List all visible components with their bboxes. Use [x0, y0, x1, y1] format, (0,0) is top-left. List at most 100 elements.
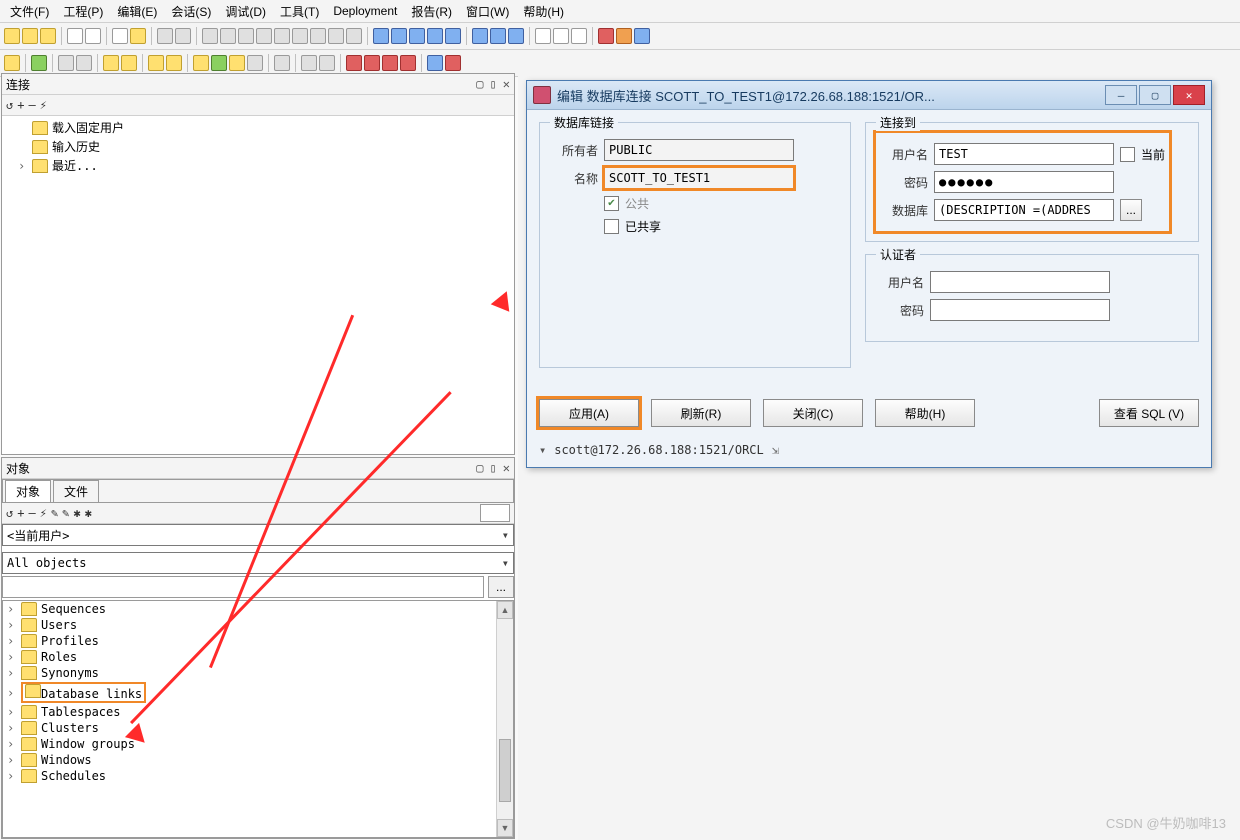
- paste2-icon[interactable]: [256, 28, 272, 44]
- refresh-button[interactable]: 刷新(R): [651, 399, 751, 427]
- expand-icon[interactable]: ›: [7, 666, 17, 680]
- scroll-up-icon[interactable]: ▲: [497, 601, 513, 619]
- menu-edit[interactable]: 编辑(E): [111, 1, 163, 22]
- tab-objects[interactable]: 对象: [5, 480, 51, 502]
- obj-search-box[interactable]: [480, 504, 510, 522]
- expand-icon[interactable]: ›: [7, 634, 17, 648]
- r2-icon[interactable]: [364, 55, 380, 71]
- scroll-thumb[interactable]: [499, 739, 511, 802]
- saveall-icon[interactable]: [85, 28, 101, 44]
- obj-filter-browse-button[interactable]: ...: [488, 576, 514, 598]
- list3-icon[interactable]: [409, 28, 425, 44]
- shared-checkbox[interactable]: [604, 219, 619, 234]
- current-checkbox[interactable]: [1120, 147, 1135, 162]
- list2-icon[interactable]: [391, 28, 407, 44]
- conn-user-field[interactable]: [934, 143, 1114, 165]
- obj-add-icon[interactable]: +: [17, 506, 24, 520]
- expand-icon[interactable]: ›: [7, 650, 17, 664]
- obj-edit2-icon[interactable]: ✎: [62, 506, 69, 520]
- player2-icon[interactable]: [490, 28, 506, 44]
- flash-icon[interactable]: ⚡: [40, 98, 47, 112]
- tab-files[interactable]: 文件: [53, 480, 99, 502]
- arrow1-icon[interactable]: [427, 55, 443, 71]
- db-browse-button[interactable]: ...: [1120, 199, 1142, 221]
- obj-tree-item[interactable]: ›Roles: [3, 649, 496, 665]
- expand-icon[interactable]: ›: [7, 721, 17, 735]
- public-checkbox[interactable]: ✔: [604, 196, 619, 211]
- expand-icon[interactable]: ›: [7, 769, 17, 783]
- obj-star2-icon[interactable]: ✱: [85, 506, 92, 520]
- obj-edit-icon[interactable]: ✎: [51, 506, 58, 520]
- new-icon[interactable]: [4, 28, 20, 44]
- key-icon[interactable]: [4, 55, 20, 71]
- refresh-icon[interactable]: ↺: [6, 98, 13, 112]
- obj-flash-icon[interactable]: ⚡: [40, 506, 47, 520]
- find-icon[interactable]: [274, 28, 290, 44]
- open-icon[interactable]: [22, 28, 38, 44]
- red-icon[interactable]: [598, 28, 614, 44]
- close-button[interactable]: ✕: [1173, 85, 1205, 105]
- menu-session[interactable]: 会话(S): [165, 1, 217, 22]
- t2a-icon[interactable]: [58, 55, 74, 71]
- panel-min-icon[interactable]: ▢: [476, 461, 483, 475]
- obj-scrollbar[interactable]: ▲ ▼: [496, 601, 513, 837]
- tree-item-label[interactable]: 载入固定用户: [52, 119, 124, 136]
- mix3-icon[interactable]: [229, 55, 245, 71]
- paste-icon[interactable]: [238, 28, 254, 44]
- apply-button[interactable]: 应用(A): [539, 399, 639, 427]
- menu-project[interactable]: 工程(P): [57, 1, 109, 22]
- bookmark2-icon[interactable]: [346, 28, 362, 44]
- scope-combo[interactable]: All objects ▾: [2, 552, 514, 574]
- findnext-icon[interactable]: [310, 28, 326, 44]
- print-icon[interactable]: [112, 28, 128, 44]
- r1-icon[interactable]: [346, 55, 362, 71]
- doc-icon[interactable]: [616, 28, 632, 44]
- add-icon[interactable]: +: [17, 98, 24, 112]
- player3-icon[interactable]: [508, 28, 524, 44]
- menu-report[interactable]: 报告(R): [405, 1, 458, 22]
- panel-close-icon[interactable]: ✕: [503, 461, 510, 475]
- conn-db-field[interactable]: [934, 199, 1114, 221]
- obj-tree-item[interactable]: ›Tablespaces: [3, 704, 496, 720]
- list1-icon[interactable]: [373, 28, 389, 44]
- obj-refresh-icon[interactable]: ↺: [6, 506, 13, 520]
- t2b-icon[interactable]: [76, 55, 92, 71]
- obj-tree-item[interactable]: ›Clusters: [3, 720, 496, 736]
- list4-icon[interactable]: [427, 28, 443, 44]
- bookmark-icon[interactable]: [328, 28, 344, 44]
- tree-item-label[interactable]: 输入历史: [52, 138, 100, 155]
- print2-icon[interactable]: [130, 28, 146, 44]
- gear-icon[interactable]: [31, 55, 47, 71]
- drum3-icon[interactable]: [148, 55, 164, 71]
- obj-tree-item[interactable]: ›Database links: [3, 681, 496, 704]
- menu-deployment[interactable]: Deployment: [327, 2, 403, 20]
- redo-icon[interactable]: [175, 28, 191, 44]
- mix2-icon[interactable]: [211, 55, 227, 71]
- panel-min-icon[interactable]: ▢: [476, 77, 483, 91]
- grey2-icon[interactable]: [319, 55, 335, 71]
- maximize-button[interactable]: ▢: [1139, 85, 1171, 105]
- drum1-icon[interactable]: [103, 55, 119, 71]
- obj-tree-item[interactable]: ›Schedules: [3, 768, 496, 784]
- help-button[interactable]: 帮助(H): [875, 399, 975, 427]
- arrow2-icon[interactable]: [445, 55, 461, 71]
- menu-file[interactable]: 文件(F): [4, 1, 55, 22]
- copy-icon[interactable]: [220, 28, 236, 44]
- remove-icon[interactable]: –: [28, 98, 35, 112]
- panel-close-icon[interactable]: ✕: [503, 77, 510, 91]
- expand-icon[interactable]: ›: [7, 753, 17, 767]
- obj-tree-item[interactable]: ›Sequences: [3, 601, 496, 617]
- obj-tree[interactable]: ›Sequences›Users›Profiles›Roles›Synonyms…: [2, 600, 514, 838]
- name-field[interactable]: [604, 167, 794, 189]
- wrench-icon[interactable]: [274, 55, 290, 71]
- menu-help[interactable]: 帮助(H): [517, 1, 570, 22]
- menu-debug[interactable]: 调试(D): [219, 1, 272, 22]
- undo-icon[interactable]: [157, 28, 173, 44]
- cut-icon[interactable]: [202, 28, 218, 44]
- obj-tree-item[interactable]: ›Windows: [3, 752, 496, 768]
- r4-icon[interactable]: [400, 55, 416, 71]
- win2-icon[interactable]: [553, 28, 569, 44]
- auth-pwd-field[interactable]: [930, 299, 1110, 321]
- r3-icon[interactable]: [382, 55, 398, 71]
- close-button[interactable]: 关闭(C): [763, 399, 863, 427]
